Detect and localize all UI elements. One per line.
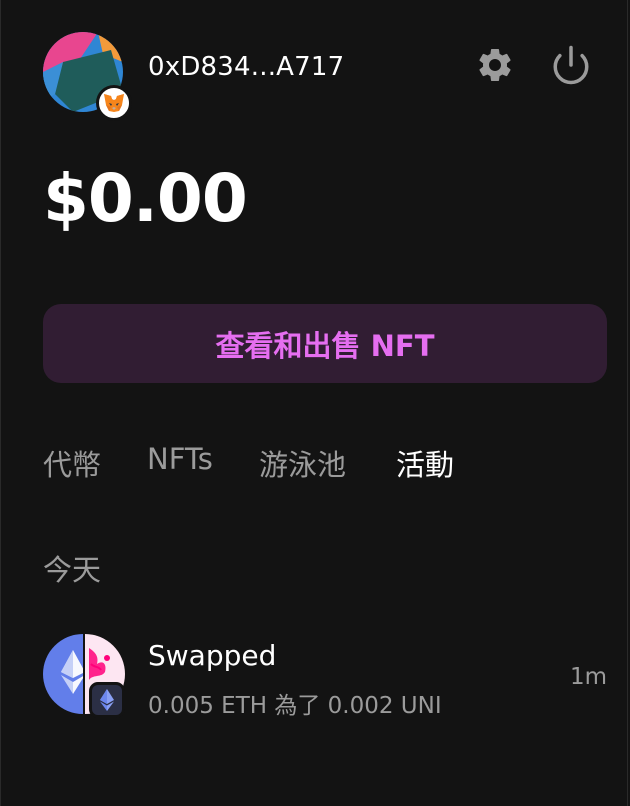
portfolio-balance: $0.00 — [43, 160, 248, 237]
activity-date-header: 今天 — [43, 553, 102, 587]
token-pair-logo — [43, 634, 125, 718]
ethereum-chain-icon — [89, 682, 125, 718]
tab-activity[interactable]: 活動 — [396, 442, 454, 484]
view-sell-nft-button[interactable]: 查看和出售 NFT — [43, 304, 607, 383]
wallet-panel: 0xD834...A717 $0.00 查看和出售 NFT 代幣 NFTs 游泳… — [0, 0, 628, 806]
tab-tokens[interactable]: 代幣 — [43, 442, 101, 484]
disconnect-button[interactable] — [549, 43, 593, 87]
wallet-address[interactable]: 0xD834...A717 — [148, 52, 344, 82]
power-icon — [553, 45, 589, 85]
eth-icon — [43, 634, 83, 714]
metamask-fox-icon — [96, 85, 132, 121]
tab-pools[interactable]: 游泳池 — [259, 442, 346, 484]
activity-title: Swapped — [148, 639, 277, 672]
tab-nfts[interactable]: NFTs — [147, 442, 213, 476]
gear-icon — [479, 49, 511, 81]
activity-description: 0.005 ETH 為了 0.002 UNI — [148, 693, 442, 719]
settings-button[interactable] — [473, 43, 517, 87]
activity-timestamp: 1m — [569, 664, 607, 690]
activity-item[interactable]: Swapped 0.005 ETH 為了 0.002 UNI 1m — [43, 634, 607, 719]
